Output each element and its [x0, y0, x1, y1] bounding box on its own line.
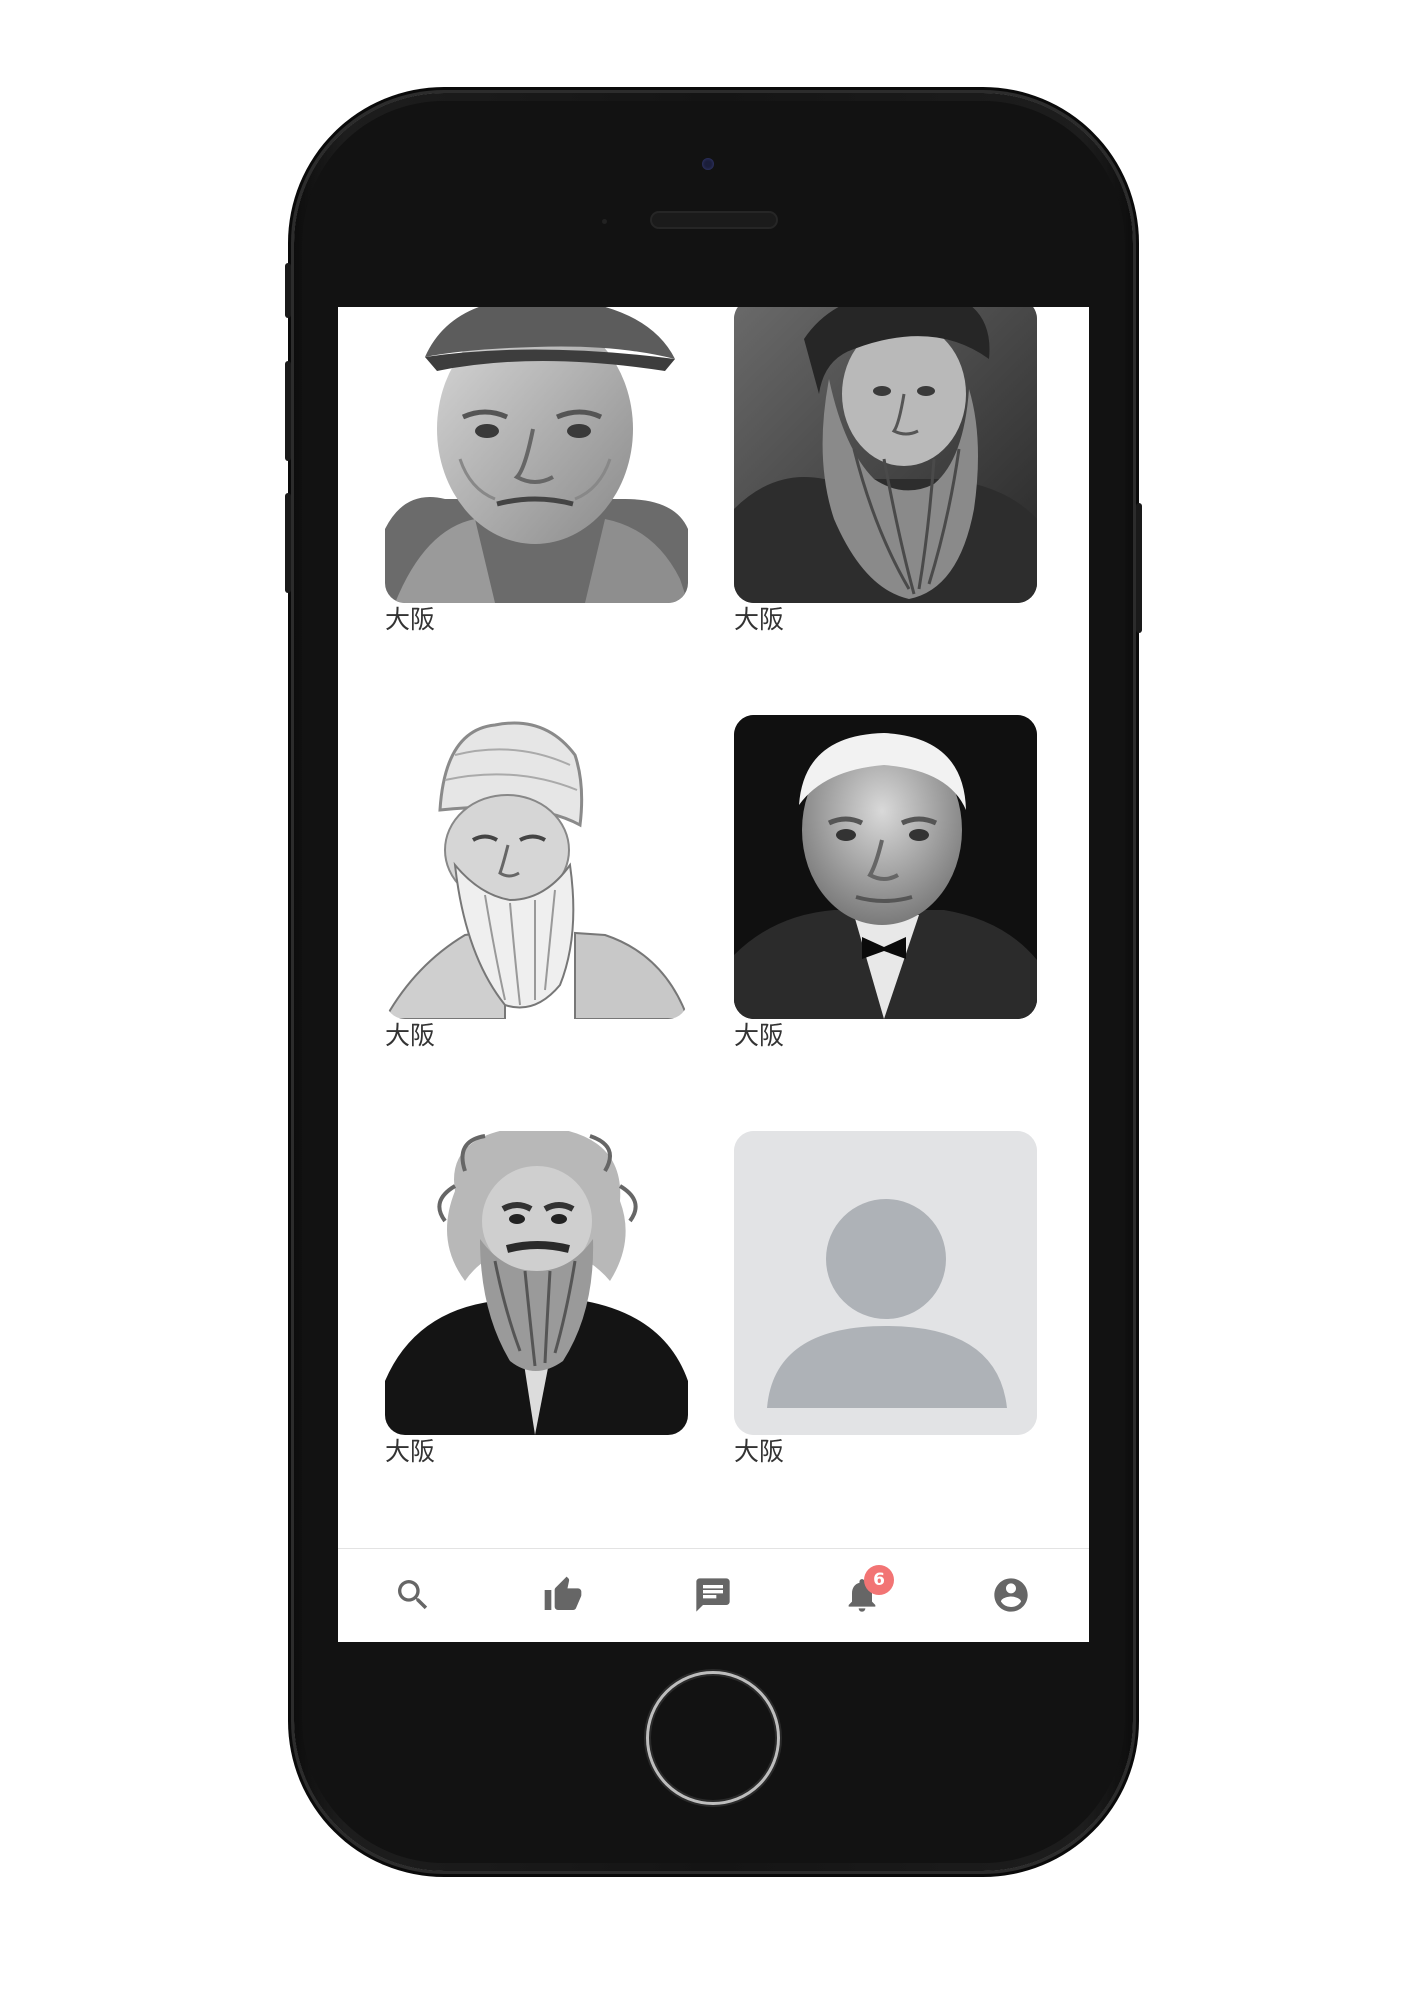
profile-location-label: 大阪 — [734, 1021, 785, 1050]
account-icon — [994, 1578, 1028, 1612]
profile-card[interactable]: 大阪 — [385, 1131, 688, 1467]
nav-notifications[interactable]: 6 — [838, 1565, 894, 1619]
default-avatar-icon — [734, 1131, 1037, 1435]
volume-down-button — [285, 493, 291, 593]
turbaned-bearded-man-sketch-image — [385, 715, 688, 1019]
earpiece-speaker — [652, 213, 776, 227]
search-icon — [398, 1580, 428, 1610]
profile-photo[interactable] — [385, 307, 688, 603]
profile-location-label: 大阪 — [734, 1437, 785, 1466]
profile-grid-scroll[interactable]: 大阪 大阪 大阪 大阪 大阪 大阪 — [338, 307, 1089, 1547]
proximity-sensor — [602, 219, 607, 224]
power-button — [1136, 503, 1142, 633]
profile-card[interactable]: 大阪 — [734, 1131, 1037, 1467]
man-in-flat-cap-image — [385, 307, 688, 603]
profile-photo[interactable] — [734, 307, 1037, 603]
nav-likes[interactable] — [539, 1571, 587, 1619]
volume-up-button — [285, 361, 291, 461]
profile-location-label: 大阪 — [385, 605, 436, 634]
profile-card[interactable]: 大阪 — [385, 307, 688, 635]
message-icon — [696, 1578, 730, 1612]
nav-search[interactable] — [389, 1571, 437, 1619]
front-camera — [702, 158, 714, 170]
profile-photo[interactable] — [385, 1131, 688, 1435]
bearded-man-engraving-image — [734, 307, 1037, 603]
notification-badge: 6 — [864, 1565, 894, 1595]
profile-photo[interactable] — [385, 715, 688, 1019]
thumbs-up-icon — [544, 1576, 582, 1610]
mute-switch — [285, 263, 291, 318]
profile-location-label: 大阪 — [385, 1021, 436, 1050]
nav-account[interactable] — [987, 1571, 1035, 1619]
app-screen: 大阪 大阪 大阪 大阪 大阪 大阪 6 — [338, 307, 1089, 1642]
bearded-man-suit-image — [385, 1131, 688, 1435]
profile-card[interactable]: 大阪 — [385, 715, 688, 1051]
profile-photo[interactable] — [734, 715, 1037, 1019]
profile-location-label: 大阪 — [385, 1437, 436, 1466]
profile-location-label: 大阪 — [734, 605, 785, 634]
profile-card[interactable]: 大阪 — [734, 715, 1037, 1051]
profile-card[interactable]: 大阪 — [734, 307, 1037, 635]
profile-grid: 大阪 大阪 大阪 大阪 大阪 大阪 — [385, 307, 1037, 1547]
nav-messages[interactable] — [689, 1571, 737, 1619]
home-button[interactable] — [646, 1671, 780, 1805]
profile-photo-placeholder[interactable] — [734, 1131, 1037, 1435]
elderly-man-bow-tie-image — [734, 715, 1037, 1019]
bottom-navigation: 6 — [338, 1548, 1089, 1642]
